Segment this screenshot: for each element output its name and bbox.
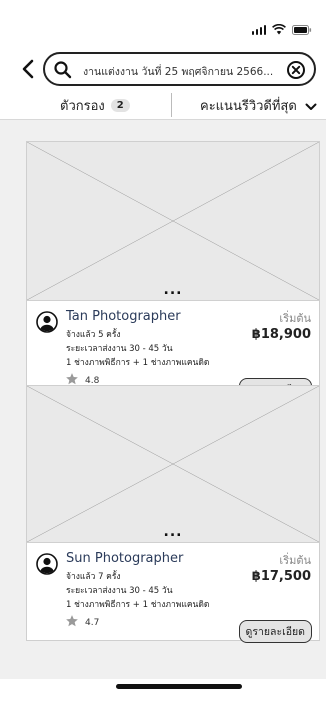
sort-label: คะแนนรีวิวดีที่สุด — [200, 99, 297, 114]
hired-count: จ้างแล้ว 7 ครั้ง — [66, 572, 121, 582]
battery-icon — [292, 24, 312, 35]
price-prefix: เริ่มต้น — [279, 312, 311, 325]
rating-value: 4.7 — [85, 617, 100, 628]
wifi-icon — [272, 24, 286, 35]
listing-info: Sun Photographer จ้างแล้ว 7 ครั้ง ระยะเว… — [27, 543, 319, 643]
image-placeholder: ... — [27, 142, 319, 301]
avatar-icon — [36, 311, 58, 333]
view-details-button[interactable]: ดูรายละเอียด — [238, 620, 312, 643]
results-list: ... Tan Photographer จ้างแล้ว 5 ครั้ง ระ… — [0, 119, 326, 679]
more-dots-icon[interactable]: ... — [164, 524, 183, 540]
star-icon — [65, 613, 79, 632]
back-icon[interactable] — [20, 58, 38, 80]
divider — [171, 93, 172, 117]
listing-card[interactable]: ... Sun Photographer จ้างแล้ว 7 ครั้ง ระ… — [26, 385, 320, 643]
filter-button[interactable]: ตัวกรอง 2 — [60, 95, 130, 116]
clear-icon[interactable] — [286, 60, 306, 84]
delivery-time: ระยะเวลาส่งงาน 30 - 45 วัน — [66, 586, 173, 596]
search-input[interactable]: งานแต่งงาน วันที่ 25 พฤศจิกายน 2566... — [43, 52, 316, 86]
home-indicator[interactable] — [116, 684, 242, 689]
avatar-icon — [36, 553, 58, 575]
listing-card[interactable]: ... Tan Photographer จ้างแล้ว 5 ครั้ง ระ… — [26, 141, 320, 415]
price-prefix: เริ่มต้น — [279, 554, 311, 567]
search-query-text: งานแต่งงาน วันที่ 25 พฤศจิกายน 2566... — [83, 66, 274, 78]
hired-count: จ้างแล้ว 5 ครั้ง — [66, 330, 121, 340]
image-placeholder: ... — [27, 386, 319, 543]
rating: 4.7 — [65, 613, 99, 632]
delivery-time: ระยะเวลาส่งงาน 30 - 45 วัน — [66, 344, 173, 354]
crew-info: 1 ช่างภาพพิธีการ + 1 ช่างภาพแคนดิด — [66, 600, 210, 610]
filter-count-badge: 2 — [110, 99, 130, 112]
filter-sort-bar: ตัวกรอง 2 คะแนนรีวิวดีที่สุด — [0, 93, 326, 119]
price: ฿18,900 — [251, 327, 311, 342]
search-row: งานแต่งงาน วันที่ 25 พฤศจิกายน 2566... — [0, 48, 326, 90]
crew-info: 1 ช่างภาพพิธีการ + 1 ช่างภาพแคนดิด — [66, 358, 210, 368]
status-icons — [251, 24, 313, 35]
more-dots-icon[interactable]: ... — [164, 282, 183, 298]
price: ฿17,500 — [251, 569, 311, 584]
sort-dropdown[interactable]: คะแนนรีวิวดีที่สุด — [200, 95, 317, 116]
filter-label: ตัวกรอง — [60, 99, 105, 114]
status-bar — [0, 0, 326, 42]
signal-icon — [251, 24, 266, 35]
chevron-down-icon — [305, 96, 317, 115]
rating-value: 4.8 — [85, 375, 100, 386]
photographer-name[interactable]: Tan Photographer — [66, 309, 181, 324]
photographer-name[interactable]: Sun Photographer — [66, 551, 183, 566]
search-icon — [53, 60, 73, 84]
